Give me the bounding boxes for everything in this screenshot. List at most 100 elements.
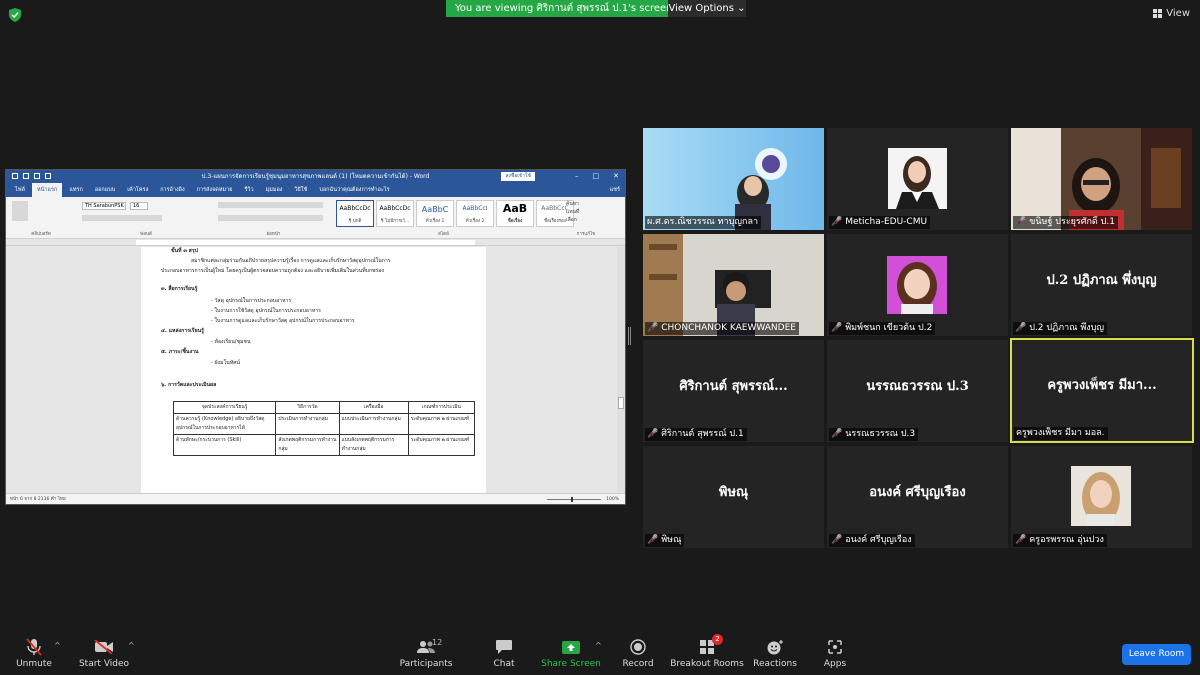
tab-design[interactable]: ออกแบบ xyxy=(90,183,120,197)
start-video-label: Start Video xyxy=(78,659,130,669)
viewing-screen-banner: You are viewing ศิริกานต์ สุพรรณ์ ป.1's … xyxy=(446,0,682,17)
select-button[interactable]: เลือก xyxy=(566,216,579,224)
tab-layout[interactable]: เค้าโครง xyxy=(122,183,153,197)
participant-name-label: 🎤̸ ขนิษฐ์ ประยุรศักดิ์ ป.1 xyxy=(1013,216,1118,229)
doc-line: สมาชิกแต่ละกลุ่มร่วมกันอภิปรายสรุปความรู… xyxy=(191,258,391,264)
style-normal[interactable]: AaBbCcDc ¶ ปกติ xyxy=(336,200,374,227)
tab-view[interactable]: มุมมอง xyxy=(261,183,288,197)
participant-tile[interactable]: 🎤̸ ขนิษฐ์ ประยุรศักดิ์ ป.1 xyxy=(1011,128,1192,230)
table-row: ด้านความรู้ (Knowledge) อธิบายถึงวัสดุ อ… xyxy=(172,413,476,435)
vertical-scrollbar[interactable] xyxy=(617,247,625,494)
style-name: ชื่อเรื่อง xyxy=(507,219,523,224)
ruler[interactable] xyxy=(6,239,625,246)
unmute-button[interactable]: Unmute xyxy=(0,637,74,669)
video-options-caret[interactable]: ^ xyxy=(128,641,135,650)
view-button[interactable]: View xyxy=(1153,8,1190,19)
apps-button[interactable]: Apps xyxy=(795,637,875,669)
close-icon[interactable]: ✕ xyxy=(613,170,619,183)
paragraph-list-buttons[interactable] xyxy=(218,202,323,208)
muted-mic-icon: 🎤̸ xyxy=(1015,323,1027,333)
maximize-icon[interactable]: □ xyxy=(593,170,600,183)
participant-name-label: 🎤̸ ศิริกานต์ สุพรรณ์ ป.1 xyxy=(645,428,747,441)
split-drag-handle[interactable] xyxy=(628,327,631,345)
participant-name: ป.2 ปฏิภาณ พึ่งบุญ xyxy=(1029,323,1105,333)
tab-home[interactable]: หน้าแรก xyxy=(32,183,63,197)
tab-file[interactable]: ไฟล์ xyxy=(10,183,30,197)
unmute-label: Unmute xyxy=(16,659,52,669)
style-heading-2[interactable]: AaBbCcI หัวเรื่อง 2 xyxy=(456,200,494,227)
participant-tile[interactable]: ศิริกานต์ สุพรรณ์... 🎤̸ ศิริกานต์ สุพรรณ์… xyxy=(643,340,824,442)
shared-screen-word-window[interactable]: ป.3-แผนการจัดการเรียนรู้ชุมนุมอาหารสุขภา… xyxy=(5,169,626,505)
participant-display-name: นรรณธวรรณ ป.3 xyxy=(866,378,969,394)
participants-button[interactable]: 12 Participants xyxy=(386,637,466,669)
muted-mic-icon: 🎤̸ xyxy=(831,429,843,439)
doc-line: - ผังมโนทัศน์ xyxy=(211,360,241,366)
style-name: ¶ ไม่มีการเว้... xyxy=(380,219,410,224)
table-header-row: จุดประสงค์การเรียนรู้ วิธีการวัด เครื่อง… xyxy=(172,401,476,414)
participant-tile[interactable]: พิษณุ 🎤̸ พิษณุ xyxy=(643,446,824,548)
participant-name: ครูพวงเพ็ชร มีมา มอล. xyxy=(1016,428,1105,438)
participant-name: พิษณุ xyxy=(661,535,682,545)
tab-review[interactable]: รีวิว xyxy=(239,183,258,197)
participant-display-name: อนงค์ ศรีบุญเรือง xyxy=(869,484,966,500)
view-options-button[interactable]: View Options ⌄ xyxy=(668,0,746,17)
tab-help[interactable]: วิธีใช้ xyxy=(289,183,312,197)
replace-button[interactable]: แทนที่ xyxy=(566,208,579,216)
paragraph-align-buttons[interactable] xyxy=(218,215,323,221)
participant-name-label: 🎤̸ พิษณุ xyxy=(645,534,685,547)
tell-me-search[interactable]: บอกฉันว่าคุณต้องการทำอะไร xyxy=(314,183,394,197)
style-name: ¶ ปกติ xyxy=(348,219,362,224)
participant-tile[interactable]: อนงค์ ศรีบุญเรือง 🎤̸ อนงค์ ศรีบุญเรือง xyxy=(827,446,1008,548)
zoom-slider[interactable] xyxy=(547,497,601,502)
tab-references[interactable]: การอ้างอิง xyxy=(155,183,189,197)
doc-line: ๓. สื่อการเรียนรู้ xyxy=(161,286,198,292)
minimize-icon[interactable]: – xyxy=(575,170,579,183)
participant-video xyxy=(1011,128,1192,230)
participant-display-name: ป.2 ปฏิภาณ พึ่งบุญ xyxy=(1046,272,1157,288)
participant-tile[interactable]: 🎤̸ ครูอรพรรณ อุ่นปวง xyxy=(1011,446,1192,548)
participant-display-name: ศิริกานต์ สุพรรณ์... xyxy=(679,378,788,394)
styles-gallery: AaBbCcDc ¶ ปกติ AaBbCcDc ¶ ไม่มีการเว้... … xyxy=(336,200,574,227)
participant-tile[interactable]: นรรณธวรรณ ป.3 🎤̸ นรรณธวรรณ ป.3 xyxy=(827,340,1008,442)
participant-name-label: 🎤̸ นรรณธวรรณ ป.3 xyxy=(829,428,919,441)
participant-tile-active-speaker[interactable]: ครูพวงเพ็ชร มีมา... ครูพวงเพ็ชร มีมา มอล… xyxy=(1010,338,1194,443)
tab-insert[interactable]: แทรก xyxy=(64,183,87,197)
participant-tile[interactable]: 🎤̸ พิมพ์ชนก เขียวต้น ป.2 xyxy=(827,234,1008,336)
find-button[interactable]: ค้นหา xyxy=(566,200,579,208)
participant-tile[interactable]: ผ.ศ.ดร.ณิชวรรณ ทาบุญกลา xyxy=(643,128,824,230)
font-size-select[interactable]: 16 xyxy=(130,202,148,210)
leave-room-button[interactable]: Leave Room xyxy=(1122,644,1191,665)
paste-icon[interactable] xyxy=(12,201,28,221)
participant-tile[interactable]: 🎤̸ Meticha-EDU-CMU xyxy=(827,128,1008,230)
chevron-down-icon: ⌄ xyxy=(737,3,746,14)
chat-icon xyxy=(496,640,512,654)
doc-line: ๖. การวัดและประเมินผล xyxy=(161,382,217,388)
style-no-spacing[interactable]: AaBbCcDc ¶ ไม่มีการเว้... xyxy=(376,200,414,227)
editing-group-label: การแก้ไข xyxy=(576,232,596,237)
audio-options-caret[interactable]: ^ xyxy=(54,641,61,650)
style-heading-1[interactable]: AaBbC หัวเรื่อง 1 xyxy=(416,200,454,227)
font-format-buttons[interactable] xyxy=(82,215,162,221)
style-title[interactable]: AaB ชื่อเรื่อง xyxy=(496,200,534,227)
participant-tile[interactable]: ป.2 ปฏิภาณ พึ่งบุญ 🎤̸ ป.2 ปฏิภาณ พึ่งบุญ xyxy=(1011,234,1192,336)
document-page[interactable]: ขั้นที่ ๓ สรุป สมาชิกแต่ละกลุ่มร่วมกันอภ… xyxy=(141,247,486,494)
record-button[interactable]: Record xyxy=(598,637,678,669)
table-cell: แบบประเมินการทำงานกลุ่ม xyxy=(338,413,409,435)
reactions-smiley-icon xyxy=(767,640,783,655)
table-header: จุดประสงค์การเรียนรู้ xyxy=(172,401,277,414)
font-group-label: ฟอนต์ xyxy=(140,232,152,237)
doc-line: ขั้นที่ ๓ สรุป xyxy=(171,248,198,254)
participants-label: Participants xyxy=(399,659,453,669)
participant-photo xyxy=(1071,466,1131,526)
participant-tile[interactable]: 🎤̸ CHONCHANOK KAEWWANDEE xyxy=(643,234,824,336)
font-name-select[interactable]: TH SarabunPSK xyxy=(82,202,126,210)
share-button[interactable]: แชร์ xyxy=(605,183,625,197)
participant-photo xyxy=(887,256,947,314)
shield-check-icon[interactable] xyxy=(9,8,21,22)
muted-mic-icon: 🎤̸ xyxy=(647,323,659,333)
sign-in-button[interactable]: ลงชื่อเข้าใช้ xyxy=(501,172,535,181)
record-label: Record xyxy=(622,659,654,669)
grid-view-icon xyxy=(1153,9,1163,18)
tab-mailings[interactable]: การส่งจดหมาย xyxy=(192,183,238,197)
participant-name: อนงค์ ศรีบุญเรือง xyxy=(845,535,912,545)
